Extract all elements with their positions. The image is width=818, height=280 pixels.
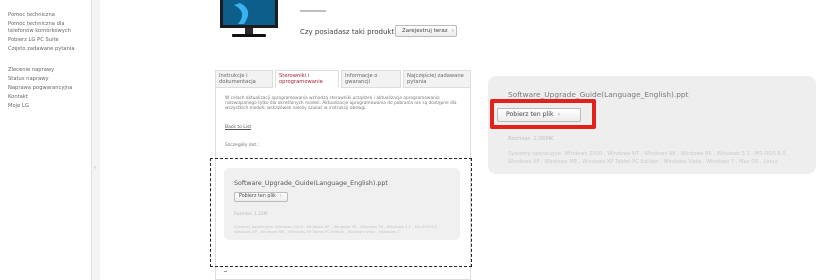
product-name-placeholder <box>300 10 326 12</box>
arrow-right-icon: › <box>557 111 561 118</box>
details-label: Szczegóły dot.: <box>225 143 260 148</box>
zoomed-download-file-button[interactable]: Pobierz ten plik › <box>497 108 581 122</box>
service-links: Zlecenie naprawy Status naprawy Naprawa … <box>8 67 92 110</box>
file-name: Software_Upgrade_Guide(Language_English)… <box>234 180 388 187</box>
back-to-list-link[interactable]: Back to List <box>225 125 251 130</box>
sidebar-item-my-lg[interactable]: Moje LG <box>8 103 92 110</box>
sidebar: Pomoc techniczna Pomoc techniczna dla te… <box>0 0 92 280</box>
sidebar-item-contact[interactable]: Kontakt <box>8 94 92 101</box>
zoomed-file-name: Software_Upgrade_Guide(Language_English)… <box>508 90 689 99</box>
download-file-label: Pobierz ten plik <box>239 194 276 199</box>
zoomed-download-file-label: Pobierz ten plik <box>506 111 554 118</box>
sidebar-item-repair-order[interactable]: Zlecenie naprawy <box>8 67 92 74</box>
tab-warranty[interactable]: Informacje o gwarancji <box>341 70 401 88</box>
own-product-question: Czy posiadasz taki produkt? <box>300 28 398 36</box>
chevron-left-icon[interactable]: ‹ <box>94 165 96 171</box>
sidebar-item-mobile-support-line2[interactable]: telefonów komórkowych <box>8 28 92 35</box>
download-file-button[interactable]: Pobierz ten plik › <box>234 192 288 202</box>
sidebar-collapse-strip[interactable] <box>92 0 100 280</box>
supported-os-text: Systemy operacyjne: Windows 2000 , Windo… <box>234 224 440 234</box>
list-end-marker <box>224 271 227 272</box>
sidebar-item-faq[interactable]: Często zadawane pytania <box>8 46 92 53</box>
sidebar-item-support[interactable]: Pomoc techniczna <box>8 12 92 19</box>
sidebar-item-repair-status[interactable]: Status naprawy <box>8 76 92 83</box>
tab-drivers-software[interactable]: Sterowniki i oprogramowanie <box>275 70 339 88</box>
register-now-button[interactable]: Zarejestruj teraz › <box>395 25 457 37</box>
tab-manuals[interactable]: Instrukcje i dokumentacja <box>215 70 273 88</box>
register-now-label: Zarejestruj teraz <box>402 28 448 34</box>
file-size: Rozmiar: 1.25M <box>234 212 268 217</box>
tab-faq[interactable]: Najczęściej zadawane pytania <box>403 70 471 88</box>
arrow-right-icon: › <box>279 194 282 199</box>
support-tabs: Instrukcje i dokumentacja Sterowniki i o… <box>215 70 471 88</box>
sidebar-item-mobile-support-line1[interactable]: Pomoc techniczna dla <box>8 21 92 28</box>
arrow-right-icon: › <box>451 28 454 34</box>
zoomed-file-size: Rozmiar: 2,06MK <box>508 136 554 142</box>
software-notice-text: W celach aktualizacji oprogramowania wch… <box>225 96 457 111</box>
zoomed-supported-os-text: Systemy operacyjne: Windows 2000 , Windo… <box>508 151 789 165</box>
support-links: Pomoc techniczna Pomoc techniczna dla te… <box>8 12 92 53</box>
monitor-product-image <box>220 0 278 37</box>
sidebar-item-post-warranty[interactable]: Naprawa pogwarancyjna <box>8 85 92 92</box>
sidebar-item-pc-suite[interactable]: Pobierz LG PC Suite <box>8 37 92 44</box>
